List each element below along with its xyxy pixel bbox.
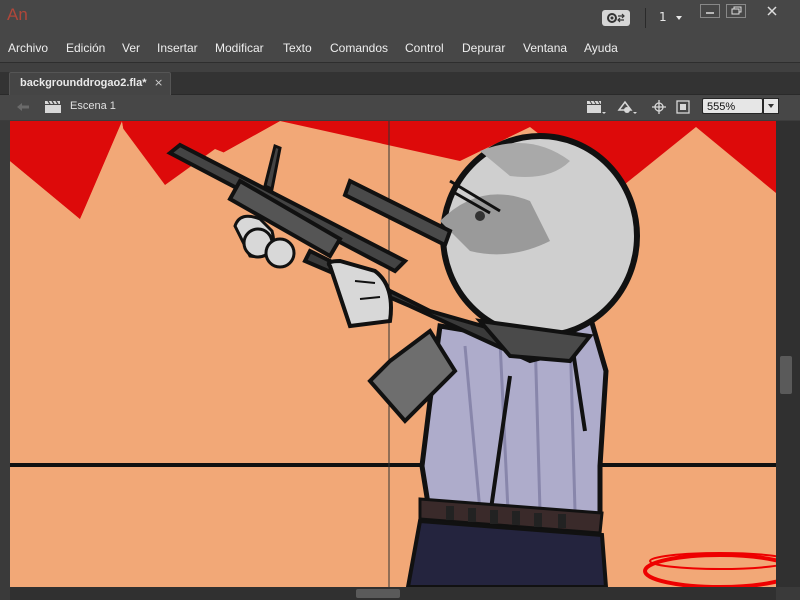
stage-left-gutter [0, 121, 10, 600]
menu-archivo[interactable]: Archivo [8, 41, 48, 55]
menu-comandos[interactable]: Comandos [330, 41, 388, 55]
back-arrow-icon[interactable] [16, 102, 30, 112]
menu-edicion[interactable]: Edición [66, 41, 105, 55]
vertical-scrollbar[interactable] [776, 121, 800, 587]
edit-bar: Escena 1 555% [0, 95, 800, 120]
horizontal-scrollbar[interactable] [10, 587, 776, 600]
workspace-switch-icon [607, 13, 625, 23]
clip-content-icon[interactable] [672, 98, 694, 116]
chevron-down-icon[interactable] [676, 16, 682, 20]
menu-insertar[interactable]: Insertar [157, 41, 198, 55]
stage-artwork[interactable] [10, 121, 776, 587]
red-ring-shape [643, 553, 776, 587]
toolbar-divider [645, 8, 646, 28]
menu-ayuda[interactable]: Ayuda [584, 41, 618, 55]
scene-clapper-icon [45, 100, 61, 113]
menu-ventana[interactable]: Ventana [523, 41, 567, 55]
menu-bar: Archivo Edición Ver Insertar Modificar T… [0, 36, 800, 62]
restore-icon[interactable] [726, 4, 746, 18]
center-stage-icon[interactable] [648, 98, 670, 116]
edit-symbol-icon[interactable] [616, 98, 638, 116]
scene-label: Escena 1 [70, 100, 116, 112]
workspace-switch-button[interactable] [602, 10, 630, 26]
menu-depurar[interactable]: Depurar [462, 41, 505, 55]
vertical-scroll-thumb[interactable] [780, 356, 792, 394]
scroll-corner [776, 587, 800, 600]
edit-scene-icon[interactable] [585, 98, 607, 116]
zoom-input[interactable]: 555% [702, 98, 763, 114]
document-tab-label: backgrounddrogao2.fla* [20, 77, 147, 89]
document-tab[interactable]: backgrounddrogao2.fla* × [9, 72, 171, 95]
horizontal-scroll-thumb[interactable] [356, 589, 400, 598]
menu-modificar[interactable]: Modificar [215, 41, 264, 55]
document-tab-bar: backgrounddrogao2.fla* × [0, 72, 800, 95]
minimize-icon[interactable] [700, 4, 720, 18]
menu-texto[interactable]: Texto [283, 41, 312, 55]
zoom-dropdown-button[interactable] [763, 98, 779, 114]
stage-canvas[interactable] [10, 121, 776, 587]
close-icon[interactable] [762, 4, 782, 18]
menu-ver[interactable]: Ver [122, 41, 140, 55]
frame-number[interactable]: 1 [659, 10, 667, 24]
character-hand-right [326, 258, 393, 329]
close-tab-icon[interactable]: × [154, 76, 163, 89]
application-bar: An 1 [0, 0, 800, 36]
app-logo: An [7, 5, 28, 24]
menu-control[interactable]: Control [405, 41, 444, 55]
